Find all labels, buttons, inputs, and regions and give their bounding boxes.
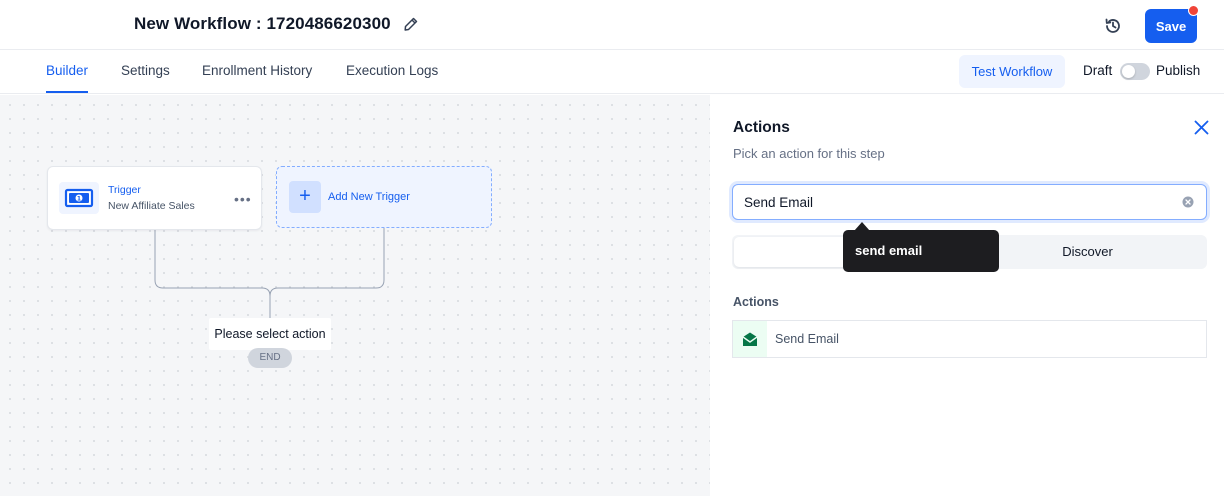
trigger-title: Trigger <box>108 184 141 196</box>
panel-title: Actions <box>733 119 790 136</box>
history-icon[interactable] <box>1103 16 1123 36</box>
select-action-placeholder[interactable]: Please select action <box>209 318 331 350</box>
autocomplete-tooltip[interactable]: send email <box>843 230 999 272</box>
publish-label: Publish <box>1156 63 1201 78</box>
notification-dot <box>1188 5 1199 16</box>
toggle-knob <box>1122 65 1135 78</box>
test-workflow-button[interactable]: Test Workflow <box>959 55 1065 88</box>
svg-text:1: 1 <box>77 195 81 202</box>
action-item-send-email[interactable]: Send Email <box>732 320 1207 358</box>
more-options-icon[interactable]: ••• <box>234 191 252 207</box>
actions-section-label: Actions <box>733 295 779 309</box>
publish-toggle[interactable] <box>1120 63 1150 80</box>
close-icon[interactable] <box>1193 119 1210 136</box>
action-item-label: Send Email <box>775 332 839 346</box>
action-icon-container <box>733 321 767 357</box>
trigger-subtitle: New Affiliate Sales <box>108 200 195 212</box>
money-bill-icon: 1 <box>64 188 94 208</box>
email-open-icon <box>742 332 758 346</box>
trigger-card[interactable]: 1 Trigger New Affiliate Sales ••• <box>47 166 262 230</box>
segment-discover[interactable]: Discover <box>970 237 1205 267</box>
draft-label: Draft <box>1083 63 1113 78</box>
panel-subtitle: Pick an action for this step <box>733 146 885 161</box>
action-search-input[interactable] <box>744 193 1164 211</box>
clear-search-icon[interactable] <box>1182 196 1194 208</box>
connector-lines <box>154 228 385 318</box>
action-search[interactable] <box>732 184 1207 220</box>
add-new-trigger-button[interactable]: + Add New Trigger <box>276 166 492 228</box>
trigger-icon-container: 1 <box>59 182 99 214</box>
plus-icon: + <box>289 181 321 213</box>
add-trigger-label: Add New Trigger <box>328 191 410 203</box>
end-node: END <box>248 348 292 368</box>
